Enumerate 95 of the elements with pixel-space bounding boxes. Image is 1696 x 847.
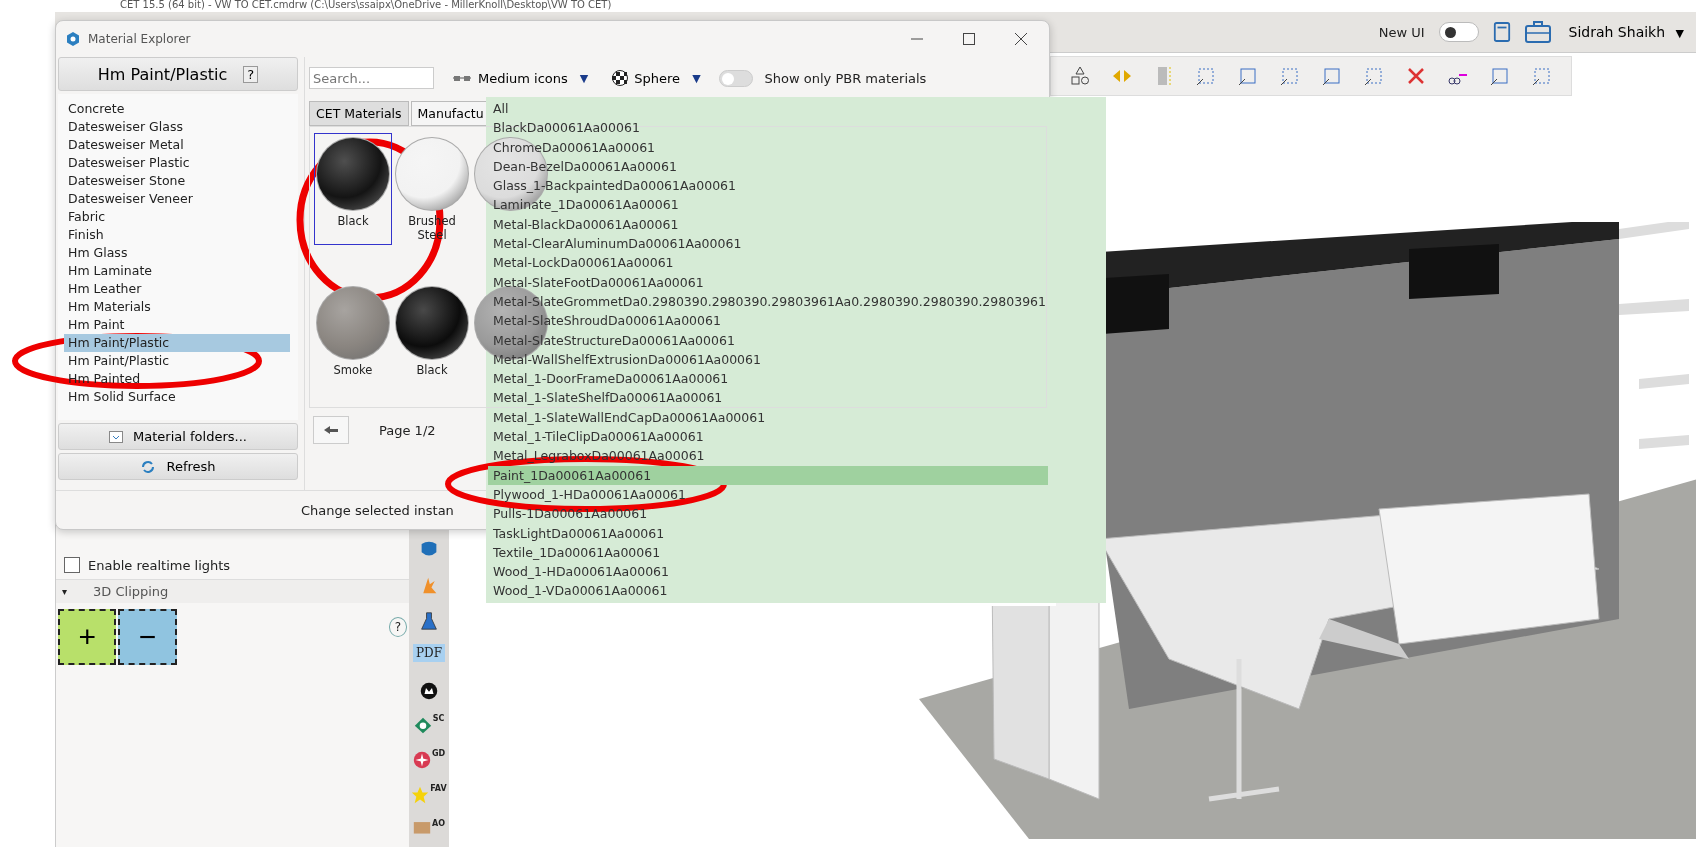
dialog-title: Material Explorer <box>88 32 191 46</box>
filter-item[interactable]: Dean-BezelDa00061Aa00061 <box>488 156 677 177</box>
filter-item[interactable]: BlackDa00061Aa00061 <box>488 118 640 138</box>
category-item[interactable]: Hm Laminate <box>64 262 290 280</box>
filter-item[interactable]: Wood_1-VDa00061Aa00061 <box>488 581 668 601</box>
category-item[interactable]: Datesweiser Veneer <box>64 190 290 208</box>
leaf-tool[interactable]: SC <box>413 714 445 744</box>
category-item[interactable]: Hm Leather <box>64 280 290 298</box>
shape-dropdown[interactable]: Sphere ▼ <box>606 70 707 86</box>
material-folders-button[interactable]: Material folders... <box>58 423 298 450</box>
tool-label: AO <box>432 819 445 828</box>
folder-icon <box>109 430 124 443</box>
filter-item[interactable]: Metal_1-SlateWallEndCapDa00061Aa00061 <box>488 407 766 428</box>
filter-item[interactable]: Laminate_1Da00061Aa00061 <box>488 195 679 215</box>
filter-item[interactable]: Plywood_1-HDa00061Aa00061 <box>488 484 686 505</box>
filter-item[interactable]: Wood_1-HDa00061Aa00061 <box>488 562 669 582</box>
new-ui-label: New UI <box>1378 24 1425 40</box>
box-tool[interactable]: AO <box>413 819 445 847</box>
refresh-icon <box>140 459 157 474</box>
star-tool[interactable]: FAV <box>411 784 447 814</box>
status-text: Change selected instan <box>301 502 454 518</box>
briefcase-icon[interactable] <box>1524 21 1551 43</box>
pbr-toggle[interactable] <box>718 69 753 87</box>
icon-size-dropdown[interactable]: Medium icons ▼ <box>446 70 595 86</box>
category-button[interactable]: Hm Paint/Plastic ? <box>58 57 298 91</box>
material-label: Black <box>415 363 449 377</box>
category-item[interactable]: Fabric <box>64 208 290 226</box>
filter-item[interactable]: All <box>488 99 509 119</box>
realtime-lights-label: Enable realtime lights <box>88 557 231 573</box>
checker-sphere-icon <box>612 70 629 86</box>
filter-item[interactable]: Metal-WallShelfExtrusionDa00061Aa00061 <box>488 349 761 370</box>
realtime-lights-checkbox[interactable] <box>64 557 80 573</box>
clipping-header[interactable]: ▾ 3D Clipping <box>56 579 409 603</box>
pdf-tool[interactable]: PDF <box>413 644 445 674</box>
filter-item[interactable]: Metal-SlateShroudDa00061Aa00061 <box>488 311 721 331</box>
category-item[interactable]: Datesweiser Glass <box>64 118 290 136</box>
filter-item[interactable]: Metal-ClearAluminumDa00061Aa00061 <box>488 234 742 254</box>
refresh-button[interactable]: Refresh <box>58 453 298 480</box>
flask-icon <box>420 609 438 633</box>
previous-page-button[interactable] <box>313 416 349 444</box>
page-indicator: Page 1/2 <box>379 422 436 438</box>
filter-item[interactable]: Metal-SlateGrommetDa0.2980390.2980390.29803961Aa0.2980390.2980390.29803961 <box>488 291 1046 312</box>
category-item[interactable]: Datesweiser Plastic <box>64 154 290 172</box>
material-thumbnail[interactable]: Black <box>314 133 392 245</box>
filter-item[interactable]: Metal_1-DoorFrameDa00061Aa00061 <box>488 369 729 389</box>
material-label: Black <box>336 214 370 228</box>
filter-item[interactable]: Metal-LockDa00061Aa00061 <box>488 253 674 273</box>
filter-item[interactable]: Textile_1Da00061Aa00061 <box>488 542 661 563</box>
remove-clipping-button[interactable]: − <box>118 609 177 665</box>
filter-item[interactable]: Metal_1-TileClipDa00061Aa00061 <box>488 427 704 447</box>
tool-label: GD <box>431 749 446 758</box>
filter-item[interactable]: ChromeDa00061Aa00061 <box>488 137 656 157</box>
category-item[interactable]: Hm Materials <box>64 298 290 316</box>
category-item[interactable]: Datesweiser Stone <box>64 172 290 190</box>
category-item[interactable]: Finish <box>64 226 290 244</box>
user-menu[interactable]: Sidrah Shaikh ▼ <box>1564 24 1688 40</box>
close-icon[interactable] <box>1015 33 1027 45</box>
glasses-icon <box>452 73 472 83</box>
box-icon <box>413 819 431 835</box>
shapes-icon[interactable] <box>1069 65 1091 87</box>
filter-item[interactable]: TaskLightDa00061Aa00061 <box>488 523 665 543</box>
material-thumbnail[interactable]: Smoke <box>314 282 392 394</box>
filter-item[interactable]: Pulls-1Da00061Aa00061 <box>488 504 648 524</box>
category-item[interactable]: Concrete <box>64 100 290 118</box>
hexagon-icon <box>66 32 80 46</box>
compass-icon <box>412 749 431 771</box>
search-field[interactable]: Search... <box>309 67 434 89</box>
filter-item[interactable]: Metal-SlateFootDa00061Aa00061 <box>488 272 704 292</box>
category-item[interactable]: Hm Paint/Plastic <box>64 334 290 352</box>
filter-item[interactable]: Metal_1-SlateShelfDa00061Aa00061 <box>488 388 723 408</box>
category-item[interactable]: Hm Solid Surface <box>64 388 290 406</box>
category-item[interactable]: Hm Glass <box>64 244 290 262</box>
compass-tool[interactable]: GD <box>412 749 446 779</box>
filter-item[interactable]: Paint_1Da00061Aa00061 <box>488 465 1048 485</box>
maximize-icon[interactable] <box>963 33 975 45</box>
add-clipping-button[interactable]: + <box>58 609 117 665</box>
tab[interactable]: CET Materials <box>309 101 409 126</box>
help-button[interactable]: ? <box>243 65 259 83</box>
back-arrow-icon <box>323 425 339 435</box>
tool-label: SC <box>432 714 445 723</box>
category-label: Hm Paint/Plastic <box>97 64 228 84</box>
filter-item[interactable]: Glass_1-BackpaintedDa00061Aa00061 <box>488 176 736 196</box>
material-thumbnail[interactable]: Black <box>393 282 471 394</box>
filter-item[interactable]: Metal-BlackDa00061Aa00061 <box>488 214 679 235</box>
category-item[interactable]: Datesweiser Metal <box>64 136 290 154</box>
tool-label: FAV <box>430 784 447 793</box>
book-icon[interactable] <box>1492 21 1511 43</box>
filter-item[interactable]: Metal-SlateStructureDa00061Aa00061 <box>488 330 735 350</box>
pbr-label: Show only PBR materials <box>764 70 927 86</box>
category-item[interactable]: Hm Paint <box>64 316 290 334</box>
new-ui-toggle[interactable] <box>1438 22 1479 42</box>
pdf-label: PDF <box>413 644 445 662</box>
material-label: Smoke <box>332 363 374 377</box>
category-item[interactable]: Hm Paint/Plastic <box>64 352 290 370</box>
app-title: CET 15.5 (64 bit) - VW TO CET.cmdrw (C:\Users\ssaipx\OneDrive - MillerKnoll\Desktop\VW TO CET) <box>119 0 613 12</box>
